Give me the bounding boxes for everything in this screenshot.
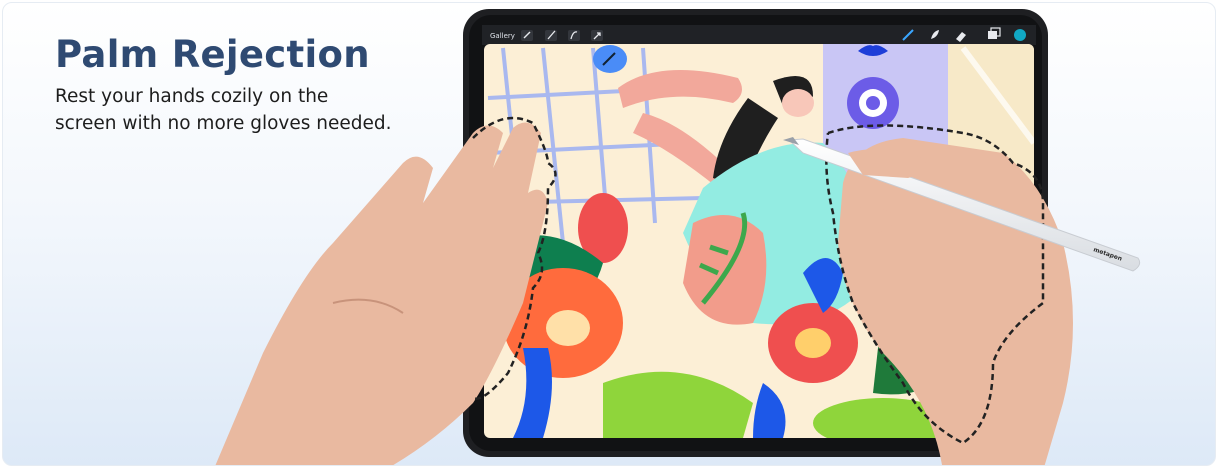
color-swatch-icon[interactable] [1014,29,1026,41]
selection-icon[interactable] [568,30,580,41]
gallery-button[interactable]: Gallery [490,32,515,40]
move-arrow-icon[interactable] [591,30,603,41]
headline: Palm Rejection [55,33,370,76]
subtext-line-1: Rest your hands cozily on the [55,86,329,107]
subtext-line-2: screen with no more gloves needed. [55,113,392,134]
subtext: Rest your hands cozily on the screen wit… [55,83,415,137]
magic-wand-icon[interactable] [545,30,557,41]
promo-banner: Gallery metapen Palm Rejection Rest your… [2,2,1216,466]
app-toolbar [482,25,1036,45]
wrench-icon[interactable] [521,30,533,41]
